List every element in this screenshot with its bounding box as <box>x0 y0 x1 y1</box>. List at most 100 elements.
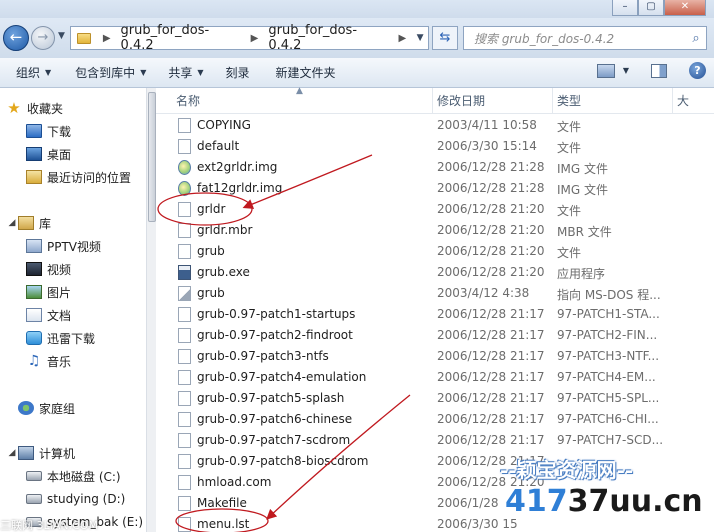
file-name: grldr <box>197 202 226 216</box>
include-in-library-button[interactable]: 包含到库中 ▼ <box>69 64 152 81</box>
new-folder-button[interactable]: 新建文件夹 <box>270 64 342 81</box>
organize-button[interactable]: 组织 ▼ <box>10 64 57 81</box>
nav-label: 下载 <box>47 124 72 139</box>
back-button[interactable]: ← <box>3 25 29 51</box>
file-date: 2006/12/28 21:17 <box>437 370 545 384</box>
nav-pictures[interactable]: 图片 <box>26 281 71 303</box>
nav-label: 计算机 <box>39 446 76 461</box>
nav-favorites[interactable]: ★ 收藏夹 <box>6 97 63 119</box>
forward-button[interactable]: → <box>31 26 55 50</box>
column-date-modified[interactable]: 修改日期 <box>433 88 553 114</box>
file-icon <box>178 202 191 217</box>
file-row[interactable]: fat12grldr.img 2006/12/28 21:28 IMG 文件 <box>156 178 714 199</box>
column-name[interactable]: 名称 <box>172 88 433 114</box>
column-type[interactable]: 类型 <box>553 88 673 114</box>
search-input[interactable]: 搜索 grub_for_dos-0.4.2 <box>464 30 686 47</box>
arrow-left-icon: ← <box>9 28 23 46</box>
nav-pptv[interactable]: PPTV视频 <box>26 235 101 257</box>
collapse-icon[interactable]: ◢ <box>6 448 18 458</box>
nav-thunder-downloads[interactable]: 迅雷下载 <box>26 327 95 349</box>
file-date: 2006/12/28 21:28 <box>437 160 545 174</box>
file-row[interactable]: grub-0.97-patch6-chinese 2006/12/28 21:17… <box>156 409 714 430</box>
file-name: fat12grldr.img <box>197 181 283 195</box>
breadcrumb-item[interactable]: grub_for_dos-0.4.2 <box>117 23 245 53</box>
nav-label: 桌面 <box>47 147 72 162</box>
file-icon <box>178 517 191 532</box>
file-row[interactable]: grldr 2006/12/28 21:20 文件 <box>156 199 714 220</box>
address-dropdown[interactable]: ▼ <box>412 33 428 43</box>
file-row[interactable]: grub.exe 2006/12/28 21:20 应用程序 <box>156 262 714 283</box>
address-bar[interactable]: ▶ grub_for_dos-0.4.2 ▶ grub_for_dos-0.4.… <box>70 23 429 53</box>
homegroup-icon <box>18 401 34 415</box>
file-name: menu.lst <box>197 517 250 531</box>
search-box[interactable]: 搜索 grub_for_dos-0.4.2 ⌕ <box>463 26 707 50</box>
file-name: ext2grldr.img <box>197 160 278 174</box>
chevron-right-icon[interactable]: ▶ <box>97 33 117 44</box>
file-date: 2006/1/28 <box>437 496 499 510</box>
file-date: 2003/4/12 4:38 <box>437 286 530 300</box>
watermark-logo: 41737uu.cn <box>505 484 703 519</box>
include-in-library-label: 包含到库中 <box>75 66 136 80</box>
refresh-button[interactable]: ⇆ <box>432 26 458 50</box>
scrollbar-thumb[interactable] <box>148 92 156 222</box>
file-row[interactable]: grub-0.97-patch3-ntfs 2006/12/28 21:17 97-… <box>156 346 714 367</box>
nav-downloads[interactable]: 下载 <box>26 120 71 142</box>
file-row[interactable]: grub-0.97-patch4-emulation 2006/12/28 21:… <box>156 367 714 388</box>
file-name: Makefile <box>197 496 247 510</box>
help-icon[interactable]: ? <box>689 62 706 79</box>
nav-scrollbar[interactable] <box>146 88 156 532</box>
nav-drive-d[interactable]: studying (D:) <box>26 488 125 510</box>
file-row[interactable]: grldr.mbr 2006/12/28 21:20 MBR 文件 <box>156 220 714 241</box>
column-size[interactable]: 大 <box>673 88 714 114</box>
file-row[interactable]: default 2006/3/30 15:14 文件 <box>156 136 714 157</box>
view-dropdown-icon[interactable]: ▼ <box>623 66 629 75</box>
nav-homegroup[interactable]: 家庭组 <box>18 397 75 419</box>
library-icon <box>18 216 34 230</box>
nav-videos[interactable]: 视频 <box>26 258 71 280</box>
file-name: grub-0.97-patch4-emulation <box>197 370 367 384</box>
file-icon <box>178 412 191 427</box>
file-row[interactable]: COPYING 2003/4/11 10:58 文件 <box>156 115 714 136</box>
share-button[interactable]: 共享 ▼ <box>162 64 209 81</box>
chevron-right-icon[interactable]: ▶ <box>393 33 413 44</box>
maximize-button[interactable]: ▢ <box>638 0 664 16</box>
file-row[interactable]: grub 2003/4/12 4:38 指向 MS-DOS 程... <box>156 283 714 304</box>
breadcrumb-item[interactable]: grub_for_dos-0.4.2 <box>264 23 392 53</box>
view-mode-icon[interactable] <box>596 63 615 78</box>
new-folder-label: 新建文件夹 <box>275 66 336 80</box>
nav-recent-places[interactable]: 最近访问的位置 <box>26 166 131 188</box>
file-row[interactable]: grub-0.97-patch1-startups 2006/12/28 21:1… <box>156 304 714 325</box>
file-icon <box>178 349 191 364</box>
file-row[interactable]: grub-0.97-patch5-splash 2006/12/28 21:17 9… <box>156 388 714 409</box>
nav-desktop[interactable]: 桌面 <box>26 143 71 165</box>
chevron-right-icon[interactable]: ▶ <box>245 33 265 44</box>
file-type: 97-PATCH2-FIN... <box>557 328 658 342</box>
file-type: 97-PATCH1-STA... <box>557 307 660 321</box>
file-date: 2006/12/28 21:17 <box>437 328 545 342</box>
image-file-icon <box>178 181 191 196</box>
search-icon[interactable]: ⌕ <box>686 31 706 46</box>
recent-pages-dropdown[interactable]: ▼ <box>58 31 65 41</box>
file-icon <box>178 118 191 133</box>
nav-drive-c[interactable]: 本地磁盘 (C:) <box>26 465 121 487</box>
file-date: 2006/12/28 21:20 <box>437 244 545 258</box>
file-row[interactable]: grub-0.97-patch2-findroot 2006/12/28 21:1… <box>156 325 714 346</box>
music-icon: ♫ <box>27 353 41 369</box>
preview-pane-icon[interactable] <box>651 63 667 78</box>
burn-button[interactable]: 刻录 <box>220 64 256 81</box>
minimize-button[interactable]: – <box>612 0 638 16</box>
nav-music[interactable]: ♫ 音乐 <box>26 350 71 372</box>
file-row[interactable]: grub-0.97-patch7-scdrom 2006/12/28 21:17 9… <box>156 430 714 451</box>
file-icon <box>178 496 191 511</box>
collapse-icon[interactable]: ◢ <box>6 218 18 228</box>
thunder-icon <box>26 331 42 345</box>
chevron-down-icon: ▼ <box>197 68 204 77</box>
nav-documents[interactable]: 文档 <box>26 304 71 326</box>
nav-computer[interactable]: ◢ 计算机 <box>6 442 75 464</box>
watermark-left: 三联网 3LIAN.COM <box>0 519 98 532</box>
file-row[interactable]: grub 2006/12/28 21:20 文件 <box>156 241 714 262</box>
file-row[interactable]: ext2grldr.img 2006/12/28 21:28 IMG 文件 <box>156 157 714 178</box>
nav-library[interactable]: ◢ 库 <box>6 212 51 234</box>
close-button[interactable]: ✕ <box>664 0 706 16</box>
file-date: 2006/3/30 15 <box>437 517 518 531</box>
